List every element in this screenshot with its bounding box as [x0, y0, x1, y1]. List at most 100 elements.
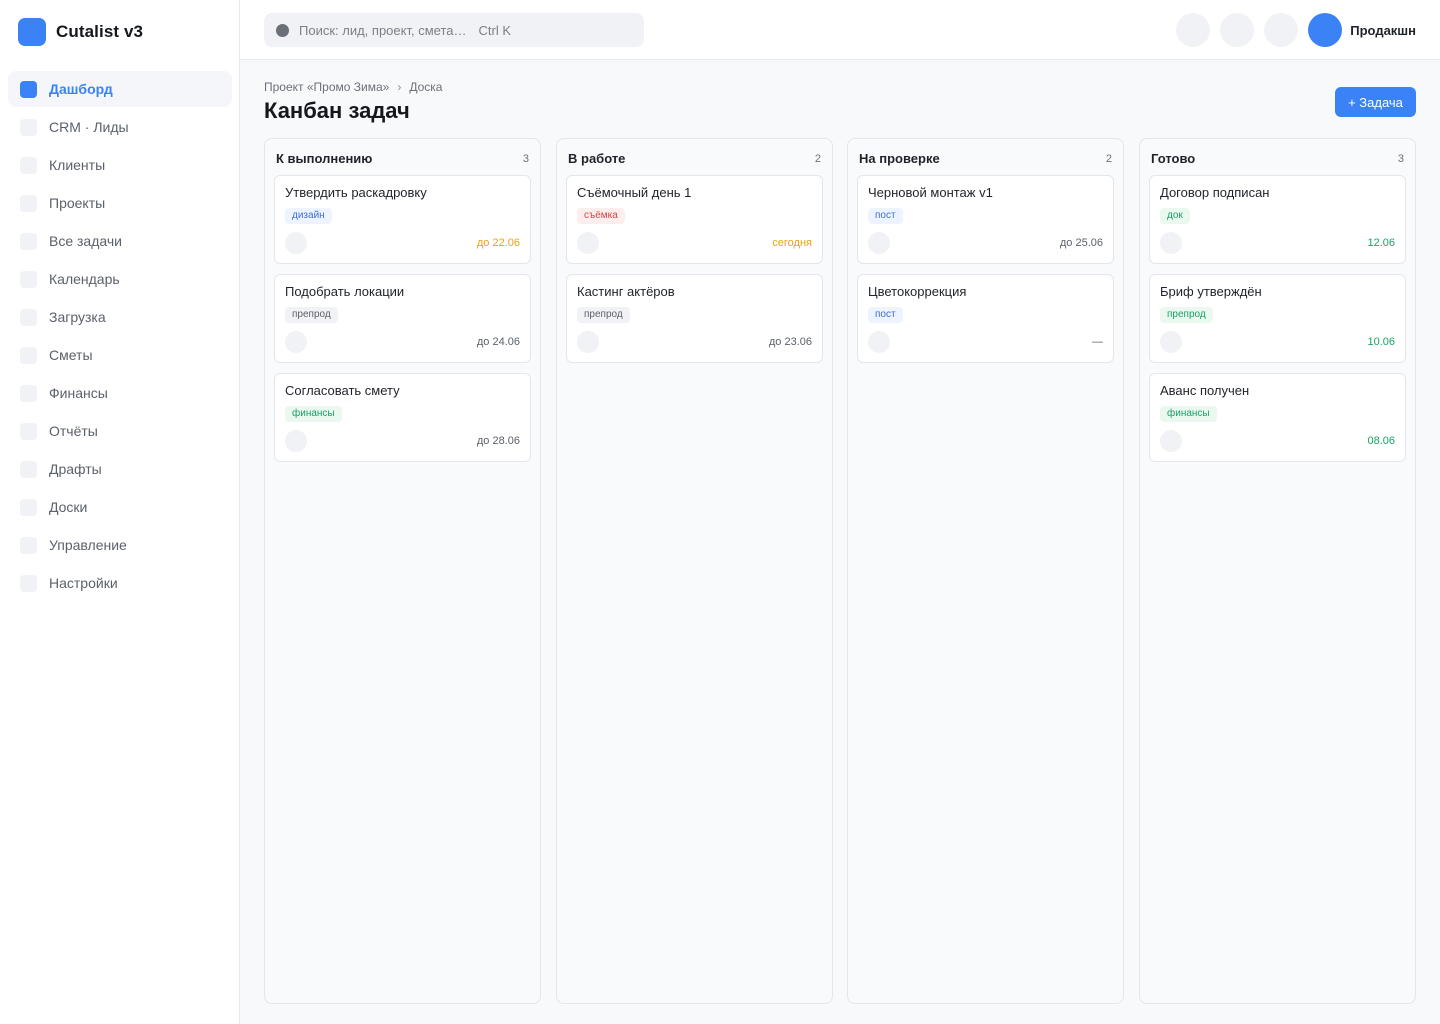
- user-avatar[interactable]: [1308, 13, 1343, 47]
- sidebar-item-7[interactable]: Сметы: [8, 337, 232, 373]
- column-header: К выполнению 3: [276, 151, 529, 166]
- breadcrumb: Проект «Промо Зима» › Доска: [264, 80, 442, 94]
- task-title: Договор подписан: [1160, 185, 1270, 200]
- sidebar-item-4[interactable]: Все задачи: [8, 223, 232, 259]
- assignee-avatar: [285, 232, 307, 254]
- task-tag: финансы: [1160, 406, 1217, 422]
- task-tag: финансы: [285, 406, 342, 422]
- sidebar-item-label: Доски: [49, 499, 88, 515]
- column-header: Готово 3: [1151, 151, 1404, 166]
- nav-item-icon: [20, 194, 37, 212]
- task-due-date: —: [1092, 336, 1103, 348]
- task-card[interactable]: Утвердить раскадровку дизайн до 22.06: [274, 175, 531, 264]
- sidebar-item-label: CRM · Лиды: [49, 119, 129, 135]
- task-tag: пост: [868, 208, 903, 224]
- sidebar-item-6[interactable]: Загрузка: [8, 299, 232, 335]
- task-tag: препрод: [285, 307, 338, 323]
- board-column-2: На проверке 2 Черновой монтаж v1 пост до 25.…: [847, 138, 1124, 1004]
- topbar-actions: Продакшн: [1166, 13, 1416, 47]
- column-title: Готово: [1151, 151, 1196, 166]
- nav-item-icon: [20, 384, 37, 402]
- column-title: К выполнению: [276, 151, 373, 166]
- board-column-3: Готово 3 Договор подписан док 12.06 Бриф утве…: [1139, 138, 1416, 1004]
- task-tag: док: [1160, 208, 1190, 224]
- column-count: 3: [1397, 152, 1404, 165]
- assignee-avatar: [577, 331, 599, 353]
- search-input[interactable]: Поиск: лид, проект, смета… Ctrl K: [264, 13, 644, 47]
- board-column-0: К выполнению 3 Утвердить раскадровку дизайн…: [264, 138, 541, 1004]
- task-tag: дизайн: [285, 208, 332, 224]
- nav-item-icon: [20, 498, 37, 516]
- column-title: В работе: [568, 151, 626, 166]
- task-due-date: 08.06: [1367, 435, 1395, 447]
- nav-item-icon: [20, 156, 37, 174]
- sidebar-item-label: Все задачи: [49, 233, 122, 249]
- app-name: Cutalist v3: [56, 22, 144, 41]
- breadcrumb-item-board: Доска: [409, 80, 443, 94]
- task-card[interactable]: Цветокоррекция пост —: [857, 274, 1114, 363]
- search-placeholder: Поиск: лид, проект, смета…: [299, 22, 467, 38]
- task-card[interactable]: Подобрать локации препрод до 24.06: [274, 274, 531, 363]
- assignee-avatar: [1160, 232, 1182, 254]
- assignee-avatar: [868, 232, 890, 254]
- nav-item-icon: [20, 308, 37, 326]
- column-header: В работе 2: [568, 151, 821, 166]
- user-name[interactable]: Продакшн: [1350, 23, 1416, 38]
- sidebar-nav: Дашборд CRM · Лиды Клиенты Проекты Все задач…: [8, 71, 232, 603]
- sidebar-item-2[interactable]: Клиенты: [8, 147, 232, 183]
- task-title: Бриф утверждён: [1160, 284, 1262, 299]
- sidebar-item-label: Проекты: [49, 195, 106, 211]
- assignee-avatar: [285, 331, 307, 353]
- task-tag: пост: [868, 307, 903, 323]
- nav-item-icon: [20, 422, 37, 440]
- sidebar-item-8[interactable]: Финансы: [8, 375, 232, 411]
- task-card[interactable]: Черновой монтаж v1 пост до 25.06: [857, 175, 1114, 264]
- assignee-avatar: [1160, 430, 1182, 452]
- breadcrumb-item-project[interactable]: Проект «Промо Зима»: [264, 80, 389, 94]
- sidebar-item-0[interactable]: Дашборд: [8, 71, 232, 107]
- topbar: Поиск: лид, проект, смета… Ctrl K Продак…: [240, 0, 1440, 60]
- breadcrumb-separator: ›: [397, 80, 402, 94]
- nav-item-icon: [20, 346, 37, 364]
- task-due-date: 10.06: [1367, 336, 1395, 348]
- task-title: Цветокоррекция: [868, 284, 967, 299]
- sidebar-item-11[interactable]: Доски: [8, 489, 232, 525]
- app-logo-icon: [18, 18, 46, 46]
- sidebar-item-9[interactable]: Отчёты: [8, 413, 232, 449]
- brand[interactable]: Cutalist v3: [18, 18, 143, 46]
- task-card[interactable]: Договор подписан док 12.06: [1149, 175, 1406, 264]
- sidebar-item-13[interactable]: Настройки: [8, 565, 232, 601]
- settings-icon[interactable]: [1264, 13, 1299, 47]
- notifications-icon[interactable]: [1176, 13, 1211, 47]
- sidebar-item-label: Драфты: [49, 461, 102, 477]
- sidebar-item-5[interactable]: Календарь: [8, 261, 232, 297]
- sidebar: Cutalist v3 Дашборд CRM · Лиды Клиенты Прое…: [0, 0, 240, 1024]
- task-card[interactable]: Аванс получен финансы 08.06: [1149, 373, 1406, 462]
- add-task-button[interactable]: + Задача: [1335, 87, 1416, 117]
- task-due-date: сегодня: [772, 237, 812, 249]
- board-column-1: В работе 2 Съёмочный день 1 съёмка сегодня Ка…: [556, 138, 833, 1004]
- sidebar-item-10[interactable]: Драфты: [8, 451, 232, 487]
- task-due-date: 12.06: [1367, 237, 1395, 249]
- task-card[interactable]: Съёмочный день 1 съёмка сегодня: [566, 175, 823, 264]
- assignee-avatar: [577, 232, 599, 254]
- task-due-date: до 25.06: [1059, 237, 1103, 249]
- sidebar-item-label: Календарь: [49, 271, 120, 287]
- help-icon[interactable]: [1220, 13, 1255, 47]
- task-title: Утвердить раскадровку: [285, 185, 427, 200]
- task-card[interactable]: Бриф утверждён препрод 10.06: [1149, 274, 1406, 363]
- task-due-date: до 22.06: [476, 237, 520, 249]
- nav-item-icon: [20, 270, 37, 288]
- sidebar-item-3[interactable]: Проекты: [8, 185, 232, 221]
- task-card[interactable]: Согласовать смету финансы до 28.06: [274, 373, 531, 462]
- sidebar-item-label: Клиенты: [49, 157, 106, 173]
- sidebar-item-1[interactable]: CRM · Лиды: [8, 109, 232, 145]
- column-header: На проверке 2: [859, 151, 1112, 166]
- task-card[interactable]: Кастинг актёров препрод до 23.06: [566, 274, 823, 363]
- sidebar-item-12[interactable]: Управление: [8, 527, 232, 563]
- sidebar-item-label: Сметы: [49, 347, 93, 363]
- nav-item-icon: [20, 574, 37, 592]
- task-title: Согласовать смету: [285, 383, 400, 398]
- nav-item-icon: [20, 460, 37, 478]
- task-title: Съёмочный день 1: [577, 185, 692, 200]
